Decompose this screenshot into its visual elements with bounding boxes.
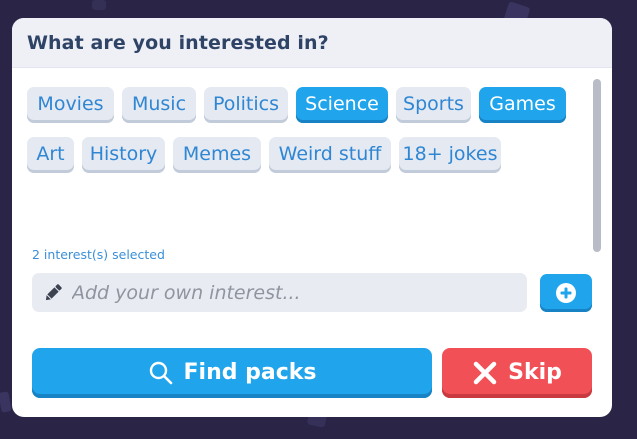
dialog-title: What are you interested in?: [27, 31, 329, 54]
chip-row: Art History Memes Weird stuff 18+ jokes: [27, 137, 587, 187]
find-packs-label: Find packs: [183, 359, 317, 385]
find-packs-button[interactable]: Find packs: [32, 348, 432, 398]
interest-chip-art[interactable]: Art: [27, 137, 74, 173]
interest-chip-sports[interactable]: Sports: [396, 87, 471, 123]
custom-interest-field[interactable]: [32, 273, 527, 312]
plus-circle-icon: [555, 282, 577, 304]
interests-dialog: What are you interested in? Movies Music…: [12, 18, 612, 417]
dialog-header: What are you interested in?: [12, 18, 612, 68]
background-shape: [92, 0, 106, 10]
interest-chip-movies[interactable]: Movies: [27, 87, 114, 123]
interest-chip-games[interactable]: Games: [479, 87, 566, 123]
chip-row: Movies Music Politics Science Sports Gam…: [27, 87, 587, 137]
skip-button[interactable]: Skip: [442, 348, 592, 398]
interest-chip-history[interactable]: History: [82, 137, 165, 173]
background-shape: [0, 391, 12, 413]
interest-chip-adult-jokes[interactable]: 18+ jokes: [399, 137, 501, 173]
custom-interest-input[interactable]: [70, 280, 504, 305]
add-interest-button[interactable]: [540, 274, 592, 312]
interest-chip-music[interactable]: Music: [122, 87, 196, 123]
search-icon: [148, 360, 174, 386]
pencil-icon: [42, 282, 64, 304]
interest-chip-list: Movies Music Politics Science Sports Gam…: [27, 87, 587, 187]
scrollbar-thumb[interactable]: [593, 79, 601, 252]
interest-chip-science[interactable]: Science: [296, 87, 388, 123]
skip-label: Skip: [508, 359, 562, 385]
interest-chip-weird-stuff[interactable]: Weird stuff: [269, 137, 391, 173]
interest-chip-politics[interactable]: Politics: [204, 87, 288, 123]
selected-count-text: 2 interest(s) selected: [32, 247, 165, 262]
close-icon: [472, 360, 498, 386]
interest-chip-memes[interactable]: Memes: [173, 137, 261, 173]
